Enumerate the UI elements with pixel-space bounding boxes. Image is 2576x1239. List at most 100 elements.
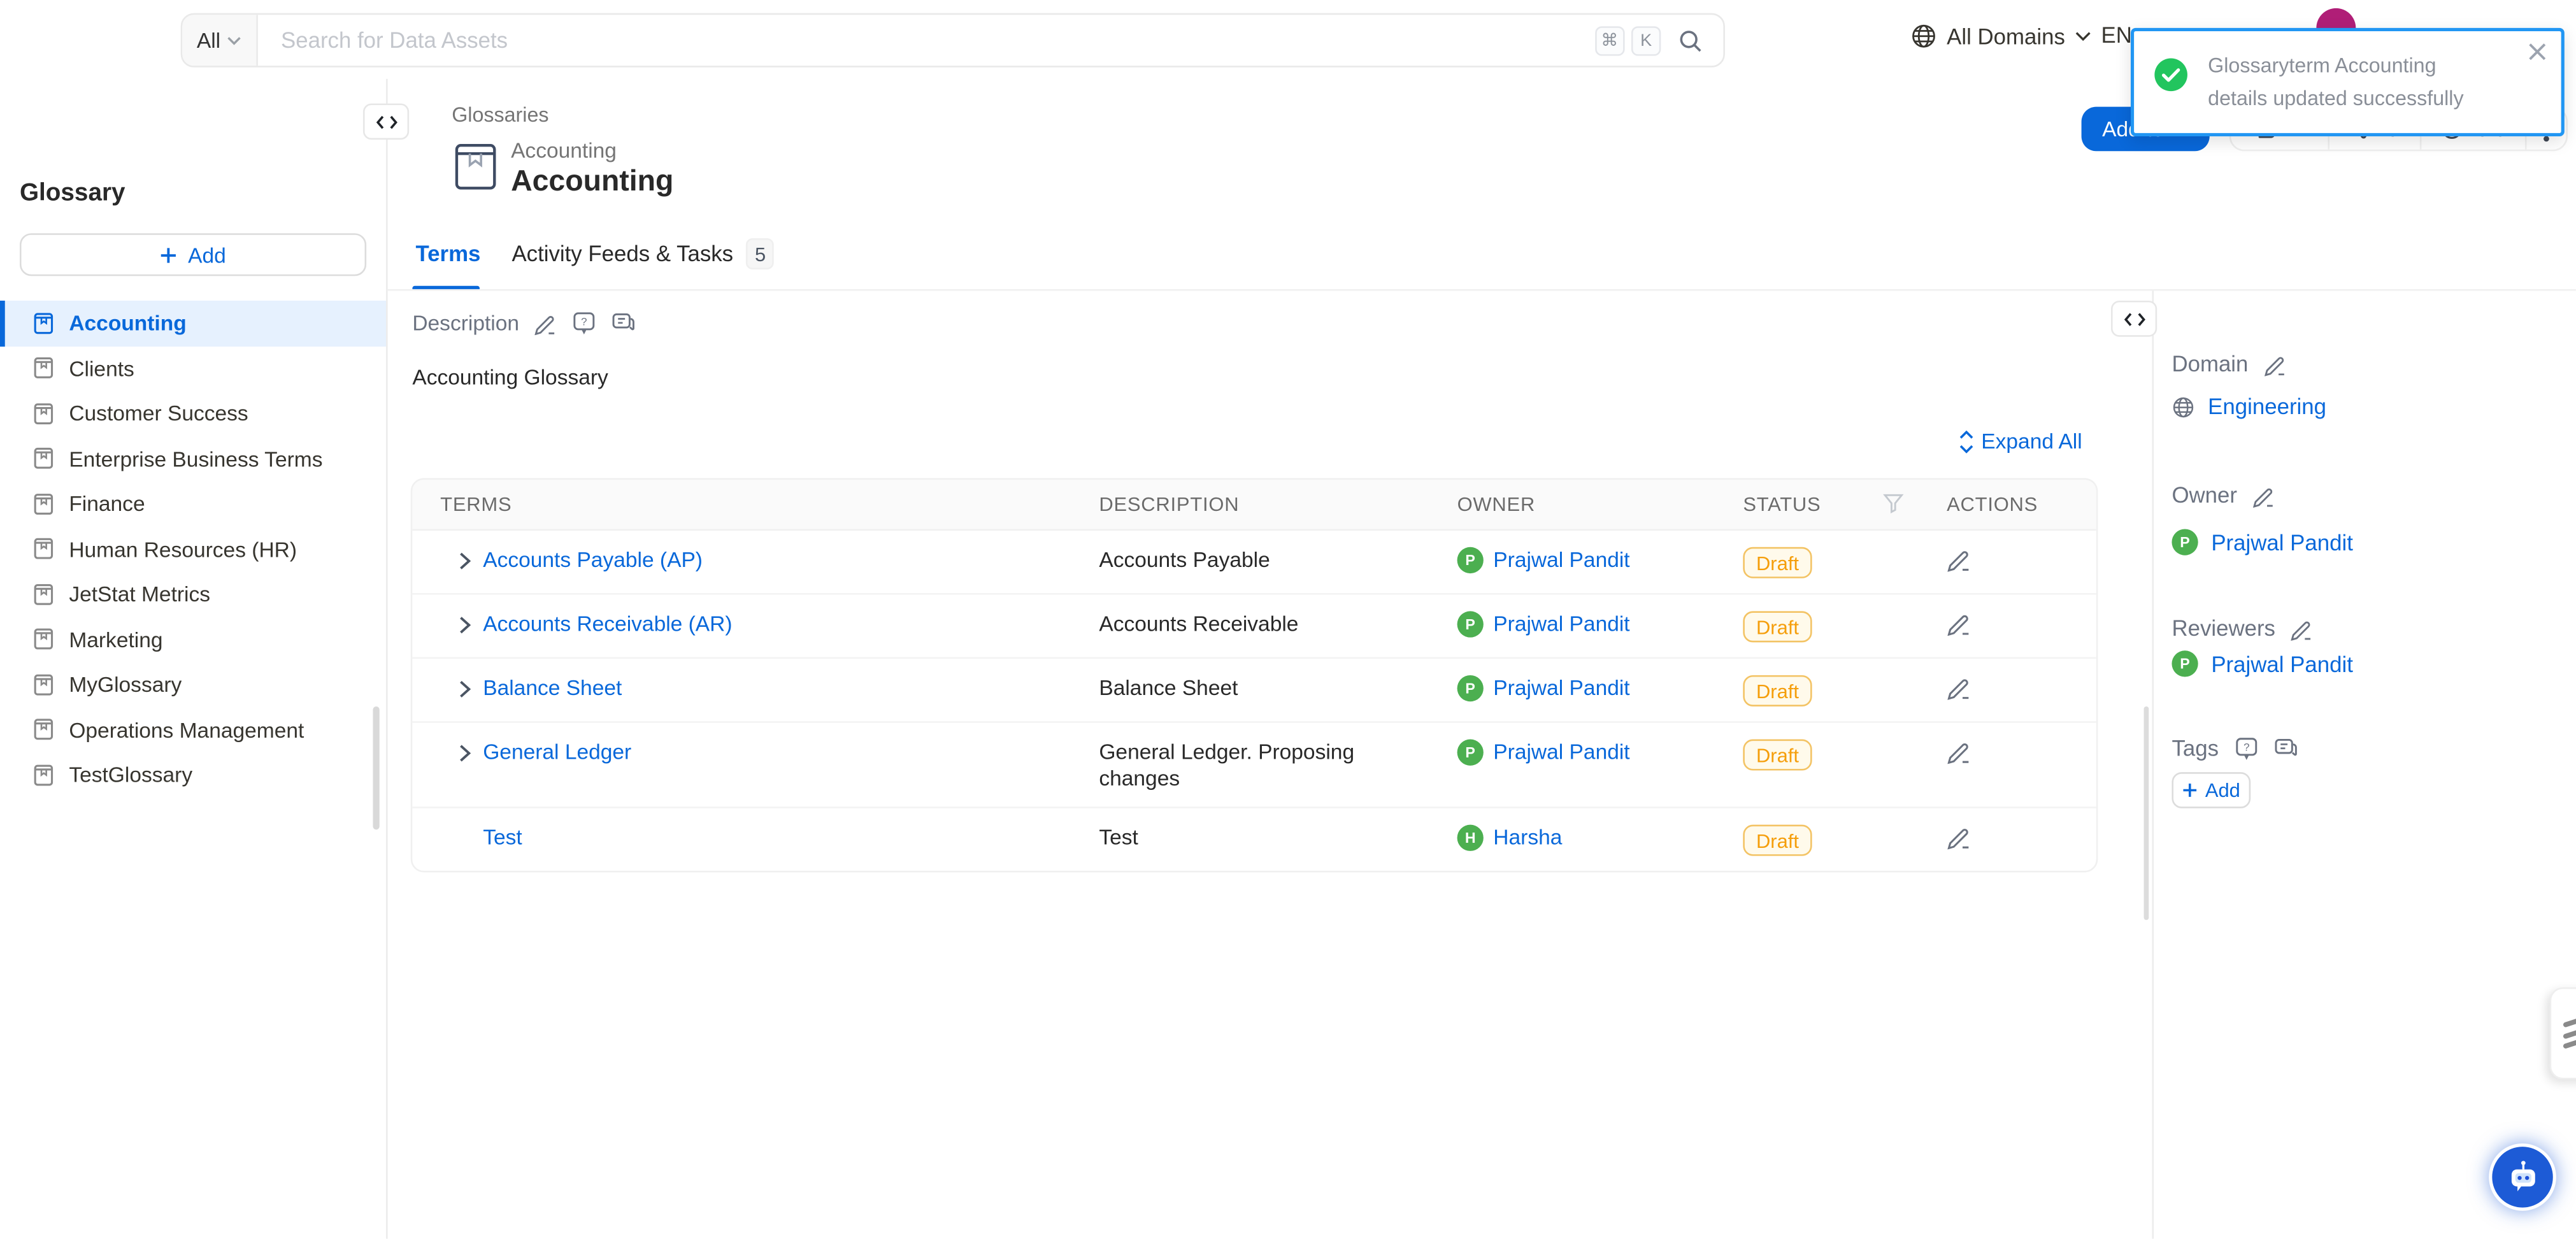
edit-term-icon[interactable]: [1947, 825, 1971, 850]
expand-row-icon[interactable]: [459, 616, 472, 634]
search-input[interactable]: [258, 28, 1594, 53]
edit-description-icon[interactable]: [534, 312, 557, 334]
domain-value[interactable]: Engineering: [2172, 394, 2326, 419]
sidebar-divider: [386, 79, 388, 1239]
add-glossary-button[interactable]: Add: [20, 233, 366, 276]
sidebar-item-marketing[interactable]: Marketing: [0, 617, 386, 662]
term-link[interactable]: Test: [483, 825, 522, 850]
term-description: Accounts Payable: [1099, 547, 1270, 573]
close-icon[interactable]: [2528, 43, 2546, 61]
owner-link[interactable]: Prajwal Pandit: [1493, 611, 1629, 636]
col-description: DESCRIPTION: [1099, 480, 1457, 529]
sidebar-item-human-resources[interactable]: Human Resources (HR): [0, 527, 386, 572]
book-icon: [33, 538, 55, 561]
search-scope-dropdown[interactable]: All: [182, 15, 258, 66]
table-row: Balance Sheet Balance Sheet PPrajwal Pan…: [412, 659, 2096, 723]
table-row: Accounts Payable (AP) Accounts Payable P…: [412, 531, 2096, 595]
reviewer-link[interactable]: Prajwal Pandit: [2211, 652, 2353, 677]
book-icon: [33, 719, 55, 741]
expand-row-icon[interactable]: [459, 552, 472, 570]
col-owner: OWNER: [1457, 480, 1743, 529]
sidebar-item-label: Accounting: [69, 311, 186, 336]
term-link[interactable]: General Ledger: [483, 740, 631, 764]
edit-term-icon[interactable]: [1947, 611, 1971, 636]
owner-label: Owner: [2172, 483, 2237, 508]
tag-comments-icon[interactable]: [2273, 736, 2298, 761]
search-icon[interactable]: [1677, 27, 1703, 54]
expand-row-icon[interactable]: [459, 680, 472, 698]
edge-drawer-handle[interactable]: [2550, 987, 2576, 1079]
globe-icon: [1910, 23, 1936, 49]
term-link[interactable]: Accounts Receivable (AR): [483, 611, 732, 636]
reviewer-value[interactable]: P Prajwal Pandit: [2172, 650, 2352, 677]
request-tags-icon[interactable]: ?: [2233, 736, 2258, 761]
term-link[interactable]: Accounts Payable (AP): [483, 547, 703, 572]
svg-text:?: ?: [2243, 741, 2249, 754]
description-header: Description ?: [412, 310, 636, 335]
sidebar-item-myglossary[interactable]: MyGlossary: [0, 662, 386, 707]
edit-domain-icon[interactable]: [2263, 352, 2286, 375]
terms-table: TERMS DESCRIPTION OWNER STATUS ACTIONS A…: [411, 478, 2098, 872]
owner-avatar: P: [1457, 740, 1484, 766]
owner-link[interactable]: Prajwal Pandit: [1493, 675, 1629, 700]
tags-section-label: Tags ?: [2172, 736, 2297, 761]
all-domains-label: All Domains: [1947, 24, 2065, 48]
owner-value[interactable]: P Prajwal Pandit: [2172, 529, 2352, 555]
sidebar-item-enterprise-business-terms[interactable]: Enterprise Business Terms: [0, 436, 386, 482]
right-panel-scrollbar[interactable]: [2144, 706, 2149, 920]
sidebar-item-operations-management[interactable]: Operations Management: [0, 707, 386, 752]
all-domains-dropdown[interactable]: All Domains: [1910, 23, 2091, 49]
table-header-row: TERMS DESCRIPTION OWNER STATUS ACTIONS: [412, 480, 2096, 531]
sidebar-item-finance[interactable]: Finance: [0, 482, 386, 527]
sidebar-collapse-button[interactable]: [363, 103, 409, 140]
owner-link[interactable]: Prajwal Pandit: [1493, 740, 1629, 764]
sidebar-item-testglossary[interactable]: TestGlossary: [0, 752, 386, 798]
app-viewport: All ⌘ K All Domains EN Glossaryterm Acco…: [0, 0, 2576, 1239]
sidebar-item-label: Enterprise Business Terms: [69, 447, 322, 471]
book-icon: [33, 312, 55, 334]
status-badge: Draft: [1743, 675, 1812, 706]
owner-link[interactable]: Harsha: [1493, 825, 1562, 850]
edit-term-icon[interactable]: [1947, 740, 1971, 764]
sidebar-item-accounting[interactable]: Accounting: [0, 301, 386, 346]
tab-terms[interactable]: Terms: [415, 241, 480, 266]
global-search-bar: All ⌘ K: [181, 13, 1725, 68]
term-description: General Ledger. Proposing changes: [1099, 740, 1419, 792]
tab-activity-feeds[interactable]: Activity Feeds & Tasks 5: [512, 238, 774, 269]
comments-icon[interactable]: [611, 310, 636, 335]
term-description: Test: [1099, 825, 1138, 851]
expand-collapse-icon: [1958, 429, 1975, 452]
right-panel-collapse-button[interactable]: [2111, 301, 2157, 337]
filter-icon[interactable]: [1883, 493, 1905, 515]
add-tag-button[interactable]: Add: [2172, 772, 2250, 808]
sidebar-scrollbar[interactable]: [373, 706, 379, 829]
col-actions: ACTIONS: [1940, 480, 2096, 529]
expand-all-button[interactable]: Expand All: [1958, 429, 2082, 454]
status-badge: Draft: [1743, 547, 1812, 578]
edit-reviewers-icon[interactable]: [2290, 617, 2313, 640]
owner-link[interactable]: Prajwal Pandit: [2211, 530, 2353, 555]
term-link[interactable]: Balance Sheet: [483, 675, 622, 700]
owner-link[interactable]: Prajwal Pandit: [1493, 547, 1629, 572]
expand-row-icon[interactable]: [459, 744, 472, 762]
owner-avatar: P: [1457, 611, 1484, 637]
sidebar-item-jetstat-metrics[interactable]: JetStat Metrics: [0, 571, 386, 617]
edit-term-icon[interactable]: [1947, 675, 1971, 700]
language-label: EN: [2101, 23, 2132, 48]
request-description-icon[interactable]: ?: [572, 310, 597, 335]
edit-term-icon[interactable]: [1947, 547, 1971, 572]
chatbot-button[interactable]: [2489, 1143, 2556, 1211]
domain-section-label: Domain: [2172, 352, 2286, 376]
glossary-sidebar: Glossary Add Accounting Clients Customer…: [0, 79, 386, 1239]
sidebar-item-customer-success[interactable]: Customer Success: [0, 391, 386, 436]
owner-avatar: P: [1457, 547, 1484, 573]
breadcrumb[interactable]: Glossaries: [452, 103, 548, 126]
plus-icon: [160, 246, 178, 264]
toast-message: Glossaryterm Accounting details updated …: [2208, 49, 2491, 115]
sidebar-item-clients[interactable]: Clients: [0, 346, 386, 391]
domain-link[interactable]: Engineering: [2208, 394, 2326, 419]
edit-owner-icon[interactable]: [2252, 484, 2275, 507]
sidebar-item-label: Customer Success: [69, 401, 248, 426]
table-row: General Ledger General Ledger. Proposing…: [412, 723, 2096, 808]
sidebar-item-label: Finance: [69, 492, 145, 517]
